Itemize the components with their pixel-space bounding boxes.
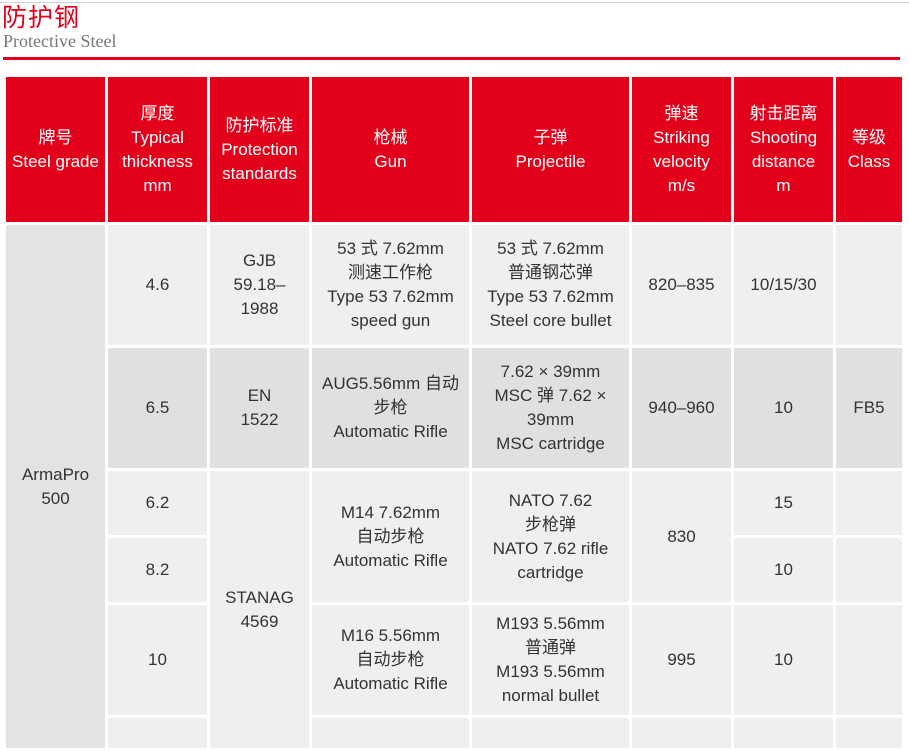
section-title-en: Protective Steel bbox=[3, 31, 117, 51]
thickness-cell: 6.5 bbox=[108, 348, 207, 468]
steel-grade-cell: ArmaPro 500 bbox=[6, 225, 105, 748]
protective-steel-table: 牌号 Steel grade 厚度 Typical thickness mm 防… bbox=[3, 74, 905, 751]
velocity-cell: 940–960 bbox=[632, 348, 731, 468]
velocity-cell: 820–835 bbox=[632, 225, 731, 345]
col-header-gun: 枪械 Gun bbox=[312, 77, 469, 222]
standard-cell: STANAG 4569 bbox=[210, 471, 309, 748]
thickness-cell: 8.2 bbox=[108, 538, 207, 602]
distance-cell: 15 bbox=[734, 471, 833, 535]
table-row: 6.2 STANAG 4569 M14 7.62mm 自动步枪 Automati… bbox=[6, 471, 902, 748]
distance-cell: 10/15/30 bbox=[734, 225, 833, 345]
standard-cell: GJB 59.18– 1988 bbox=[210, 225, 309, 345]
gun-cell: M14 7.62mm 自动步枪 Automatic Rifle bbox=[312, 471, 469, 602]
standard-cell: EN 1522 bbox=[210, 348, 309, 468]
table-row: 6.5 EN 1522 AUG5.56mm 自动 步枪 Automatic Ri… bbox=[6, 348, 902, 468]
col-header-projectile: 子弹 Projectile bbox=[472, 77, 629, 222]
velocity-cell bbox=[632, 718, 731, 748]
thickness-cell: 4.6 bbox=[108, 225, 207, 345]
col-header-class: 等级 Class bbox=[836, 77, 902, 222]
col-header-thickness: 厚度 Typical thickness mm bbox=[108, 77, 207, 222]
projectile-cell: M193 5.56mm 普通弹 M193 5.56mm normal bulle… bbox=[472, 605, 629, 715]
velocity-cell: 830 bbox=[632, 471, 731, 602]
col-header-protection-standards: 防护标准 Protection standards bbox=[210, 77, 309, 222]
col-header-shooting-distance: 射击距离 Shooting distance m bbox=[734, 77, 833, 222]
top-rule bbox=[0, 2, 909, 3]
distance-cell: 10 bbox=[734, 348, 833, 468]
col-header-striking-velocity: 弹速 Striking velocity m/s bbox=[632, 77, 731, 222]
gun-cell: AUG5.56mm 自动 步枪 Automatic Rifle bbox=[312, 348, 469, 468]
projectile-cell: 53 式 7.62mm 普通钢芯弹 Type 53 7.62mm Steel c… bbox=[472, 225, 629, 345]
gun-cell bbox=[312, 718, 469, 748]
section-title-zh: 防护钢 bbox=[2, 3, 81, 32]
distance-cell: 10 bbox=[734, 605, 833, 715]
table-row: 10 M16 5.56mm 自动步枪 Automatic Rifle M193 … bbox=[6, 605, 902, 715]
projectile-cell bbox=[472, 718, 629, 748]
thickness-cell: 6.2 bbox=[108, 471, 207, 535]
table-row: ArmaPro 500 4.6 GJB 59.18– 1988 53 式 7.6… bbox=[6, 225, 902, 748]
class-cell bbox=[836, 718, 902, 748]
col-header-steel-grade: 牌号 Steel grade bbox=[6, 77, 105, 222]
velocity-cell: 995 bbox=[632, 605, 731, 715]
gun-cell: M16 5.56mm 自动步枪 Automatic Rifle bbox=[312, 605, 469, 715]
title-underline bbox=[3, 57, 900, 60]
distance-cell: 10 bbox=[734, 538, 833, 602]
projectile-cell: 7.62 × 39mm MSC 弹 7.62 × 39mm MSC cartri… bbox=[472, 348, 629, 468]
table-row-partial bbox=[6, 718, 902, 748]
gun-cell: 53 式 7.62mm 测速工作枪 Type 53 7.62mm speed g… bbox=[312, 225, 469, 345]
class-cell: FB5 bbox=[836, 348, 902, 468]
distance-cell bbox=[734, 718, 833, 748]
projectile-cell: NATO 7.62 步枪弹 NATO 7.62 rifle cartridge bbox=[472, 471, 629, 602]
class-cell bbox=[836, 225, 902, 345]
thickness-cell bbox=[108, 718, 207, 748]
header-row: 牌号 Steel grade 厚度 Typical thickness mm 防… bbox=[6, 77, 902, 222]
class-cell bbox=[836, 605, 902, 715]
class-cell bbox=[836, 471, 902, 535]
thickness-cell: 10 bbox=[108, 605, 207, 715]
class-cell bbox=[836, 538, 902, 602]
